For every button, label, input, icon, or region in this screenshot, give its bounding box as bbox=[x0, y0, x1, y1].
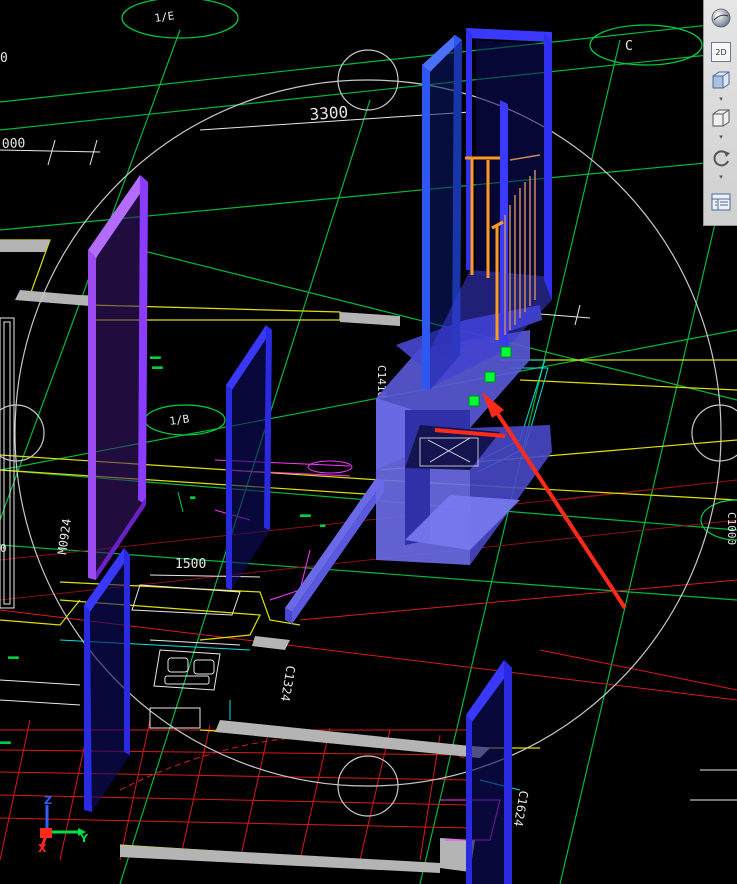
ucs-x-label: X bbox=[38, 842, 47, 855]
svg-text:▬▬: ▬▬ bbox=[300, 511, 311, 521]
box-view-button[interactable] bbox=[708, 106, 734, 130]
dimension-left-zero: 0 bbox=[0, 542, 7, 555]
ucs-z-label: Z bbox=[44, 794, 52, 807]
view-manager-button[interactable] bbox=[708, 190, 734, 214]
navigation-toolbar: 2D ▾ ▾ ▾ bbox=[703, 0, 737, 226]
view-cube-dropdown[interactable]: ▾ bbox=[717, 96, 725, 103]
orbit-dropdown[interactable]: ▾ bbox=[717, 174, 725, 181]
orbit-rotate-icon bbox=[713, 150, 730, 167]
dimension-1500: 1500 bbox=[175, 557, 206, 572]
orbit-button[interactable] bbox=[708, 146, 734, 170]
grid-bubble-label-1: 1/E bbox=[154, 9, 175, 25]
svg-text:▬▬: ▬▬ bbox=[152, 363, 163, 373]
2d-view-icon: 2D bbox=[711, 42, 731, 62]
dimension-top-left: 000 bbox=[2, 136, 26, 152]
navigation-sphere-icon bbox=[711, 8, 731, 28]
purple-window-panel[interactable] bbox=[88, 175, 148, 580]
selected-window-assembly[interactable] bbox=[376, 28, 552, 565]
box-view-dropdown[interactable]: ▾ bbox=[717, 134, 725, 141]
grid-bubble-label-2: C bbox=[625, 39, 633, 54]
blue-window-panel-mid[interactable] bbox=[226, 325, 272, 590]
box-view-icon bbox=[712, 109, 730, 127]
drawing-viewport[interactable]: 3300 000 0 1500 0 C1418 M0924 C1324 C162… bbox=[0, 0, 737, 884]
blue-beam[interactable] bbox=[285, 478, 384, 624]
svg-text:▬▬: ▬▬ bbox=[150, 353, 161, 363]
dimension-3300: 3300 bbox=[309, 102, 349, 124]
svg-text:▬: ▬ bbox=[190, 493, 196, 503]
view-cube-icon bbox=[712, 71, 730, 89]
model-space-canvas[interactable]: 3300 000 0 1500 0 C1418 M0924 C1324 C162… bbox=[0, 0, 737, 884]
grid-bubble-label-3: 1/B bbox=[169, 412, 191, 428]
dimension-top-left-zero: 0 bbox=[0, 51, 8, 66]
view-cube-button[interactable] bbox=[708, 68, 734, 92]
ucs-y-label: Y bbox=[79, 832, 89, 845]
view-manager-icon bbox=[711, 193, 731, 211]
label-c1324: C1324 bbox=[278, 664, 298, 702]
2d-view-button[interactable]: 2D bbox=[708, 40, 734, 64]
label-c1624: C1624 bbox=[511, 789, 531, 827]
blue-window-panel-lower[interactable] bbox=[84, 548, 130, 812]
svg-text:▬▬: ▬▬ bbox=[8, 653, 19, 663]
svg-text:▬▬: ▬▬ bbox=[0, 738, 11, 748]
navigation-sphere-button[interactable] bbox=[708, 6, 734, 30]
room-annotation-text: ▬▬ ▬▬ ▬ ▬▬ ▬ ▬▬ ▬▬ bbox=[0, 353, 326, 748]
blue-window-panel-right[interactable] bbox=[466, 660, 512, 884]
svg-text:▬: ▬ bbox=[320, 521, 326, 531]
